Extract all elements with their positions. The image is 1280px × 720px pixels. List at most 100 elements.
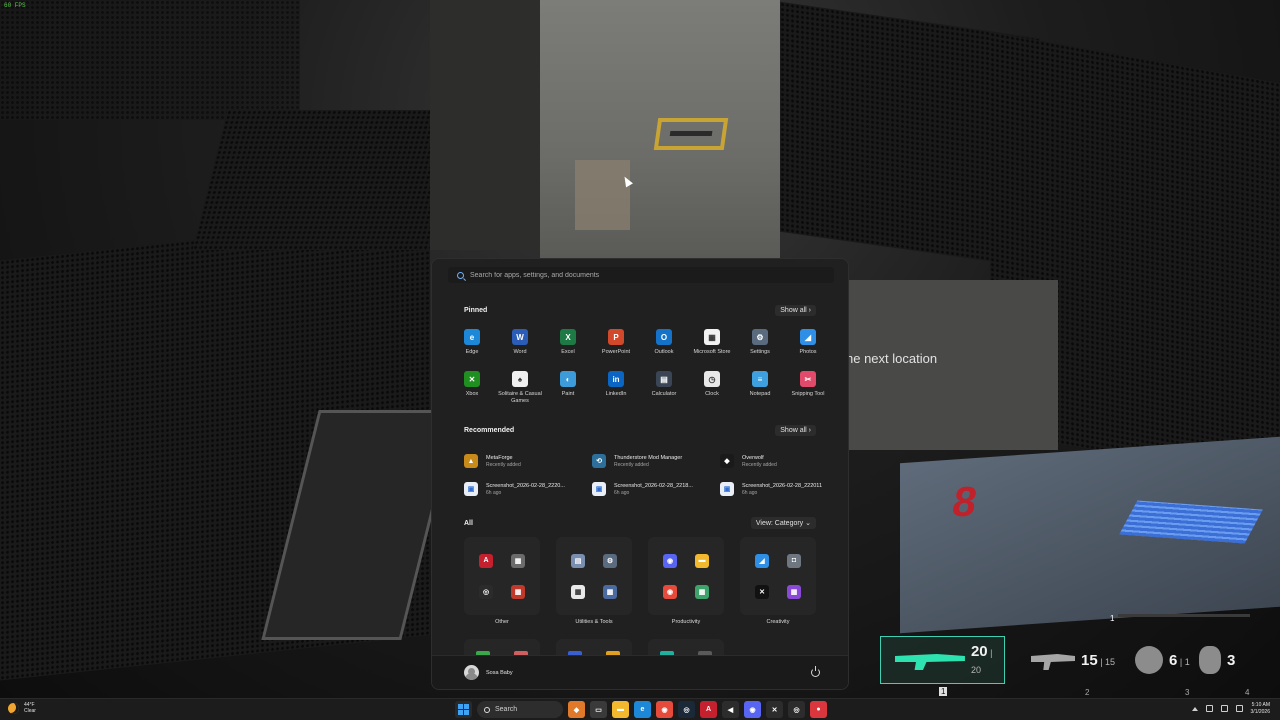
pinned-app[interactable]: O Outlook <box>640 327 688 369</box>
pinned-app[interactable]: ⚙ Settings <box>736 327 784 369</box>
discord-icon[interactable]: ◉ <box>744 701 761 718</box>
games-folder-icon[interactable]: ▦ <box>511 584 525 599</box>
capcut-icon[interactable]: ✕ <box>755 584 769 599</box>
taskbar-apps: Search ◆ ▭ ▬ e ◉ ◎ A ◀ ◉ ✕ ◎ ● <box>455 701 827 718</box>
weapon-slot-4: 3 4 <box>1185 636 1255 697</box>
github-icon[interactable]: ◎ <box>479 584 493 599</box>
recommended-item[interactable]: ▣ Screenshot_2026-02-28_222011 6h ago <box>720 475 830 503</box>
control-panel-icon[interactable]: ▤ <box>571 553 585 568</box>
chrome-icon[interactable]: ◉ <box>663 584 677 599</box>
xbox-app-icon[interactable]: ✕ <box>766 701 783 718</box>
category-folder[interactable]: ◉ ▬ ◉ ▦ Productivity <box>648 537 724 625</box>
recommended-title: Recommended <box>464 427 515 434</box>
recommended-item[interactable]: ▣ Screenshot_2026-02-28_2218... 6h ago <box>592 475 720 503</box>
pinned-app[interactable]: ▤ Calculator <box>640 369 688 411</box>
category-folder[interactable]: ▤ ⚙ ▦ ▦ Utilities & Tools <box>556 537 632 625</box>
pinned-app-label: Paint <box>561 391 575 397</box>
pinned-app[interactable]: ◢ Photos <box>784 327 832 369</box>
paint-icon: ◐ <box>560 371 576 387</box>
volume-icon[interactable] <box>1235 705 1243 713</box>
recommended-item[interactable]: ⟲ Thunderstore Mod Manager Recently added <box>592 447 720 475</box>
productivity-folder-icon[interactable]: ▦ <box>695 584 709 599</box>
pinned-app-icon[interactable]: ◆ <box>568 701 585 718</box>
adobe-icon[interactable]: A <box>479 553 493 568</box>
slot-key: 2 <box>1085 688 1090 697</box>
file-explorer-icon[interactable]: ▬ <box>612 701 629 718</box>
steam-icon[interactable]: ◎ <box>678 701 695 718</box>
weather-condition: Clear <box>24 708 36 714</box>
user-account-button[interactable]: Sosa Baby <box>464 665 513 680</box>
pinned-app[interactable]: ✂ Snipping Tool <box>784 369 832 411</box>
chrome-icon[interactable]: ◉ <box>656 701 673 718</box>
mic-icon[interactable] <box>1205 705 1213 713</box>
pinned-app[interactable]: ≡ Notepad <box>736 369 784 411</box>
pinned-header: Pinned Show all › <box>464 305 816 316</box>
creativity-folder-icon[interactable]: ▦ <box>787 584 801 599</box>
taskbar-search-button[interactable]: Search <box>477 701 563 718</box>
tools-folder-icon[interactable]: ▦ <box>603 584 617 599</box>
pinned-app[interactable]: ◷ Clock <box>688 369 736 411</box>
system-tray: 5:10 AM 3/1/2026 <box>1191 702 1270 716</box>
pinned-app[interactable]: ♠ Solitaire & Casual Games <box>496 369 544 411</box>
category-folder[interactable]: ◢ ◘ ✕ ▦ Creativity <box>740 537 816 625</box>
overwolf-icon: ◆ <box>720 454 734 468</box>
pinned-app-label: PowerPoint <box>601 349 631 355</box>
taskbar: 44°F Clear Search ◆ ▭ ▬ e ◉ ◎ A ◀ ◉ ✕ ◎ ● 5:10 AM 3… <box>0 698 1280 720</box>
gear-icon[interactable]: ⚙ <box>603 553 617 568</box>
start-button[interactable] <box>455 701 472 718</box>
clock-date: 3/1/2026 <box>1250 708 1270 715</box>
start-menu: Pinned Show all › e Edge W Word X Excel P Power… <box>431 258 849 690</box>
network-icon[interactable] <box>1220 705 1228 713</box>
recommended-name: Screenshot_2026-02-28_2218... <box>614 482 693 489</box>
pinned-app-label: Word <box>513 349 527 355</box>
camera-icon[interactable]: ◘ <box>787 553 801 568</box>
pinned-app[interactable]: ✕ Xbox <box>448 369 496 411</box>
record-icon[interactable]: ● <box>810 701 827 718</box>
photos-icon: ◢ <box>800 329 816 345</box>
pinned-app[interactable]: ◐ Paint <box>544 369 592 411</box>
clock[interactable]: 5:10 AM 3/1/2026 <box>1251 702 1270 716</box>
view-category-button[interactable]: View: Category ⌄ <box>750 517 816 529</box>
metaforge-icon: ▲ <box>464 454 478 468</box>
recommended-show-all-button[interactable]: Show all › <box>775 425 816 436</box>
pinned-app[interactable]: in LinkedIn <box>592 369 640 411</box>
power-icon[interactable] <box>811 666 820 677</box>
recommended-item[interactable]: ▣ Screenshot_2026-02-28_2220... 6h ago <box>464 475 592 503</box>
category-folder[interactable]: A ▦ ◎ ▦ Other <box>464 537 540 625</box>
weather-widget[interactable]: 44°F Clear <box>8 702 36 714</box>
slot-key: 4 <box>1245 688 1250 697</box>
recommended-name: Overwolf <box>742 454 764 461</box>
pinned-show-all-button[interactable]: Show all › <box>775 305 816 316</box>
recommended-item[interactable]: ◆ Overwolf Recently added <box>720 447 830 475</box>
task-view-icon[interactable]: ▭ <box>590 701 607 718</box>
photos-icon[interactable]: ◢ <box>755 553 769 568</box>
image-file-icon: ▣ <box>720 482 734 496</box>
discord-icon[interactable]: ◉ <box>663 553 677 568</box>
show-hidden-icons-icon[interactable] <box>1191 706 1198 711</box>
calculator-icon: ▤ <box>656 371 672 387</box>
edge-icon[interactable]: e <box>634 701 651 718</box>
recommended-subtitle: Recently added <box>742 461 777 468</box>
store-icon[interactable]: ▦ <box>571 584 585 599</box>
gear-icon: ⚙ <box>752 329 768 345</box>
epic-icon[interactable]: ◀ <box>722 701 739 718</box>
ammo-count: 15 | 15 <box>1081 651 1116 669</box>
pinned-app[interactable]: P PowerPoint <box>592 327 640 369</box>
pinned-app[interactable]: ▦ Microsoft Store <box>688 327 736 369</box>
pinned-app[interactable]: e Edge <box>448 327 496 369</box>
recommended-name: MetaForge <box>486 454 513 461</box>
adobe-icon[interactable]: A <box>700 701 717 718</box>
recommended-subtitle: 6h ago <box>742 489 758 496</box>
pinned-app[interactable]: W Word <box>496 327 544 369</box>
pinned-app[interactable]: X Excel <box>544 327 592 369</box>
start-search-bar[interactable] <box>448 267 834 283</box>
category-icon-grid: ◉ ▬ ◉ ▦ <box>648 537 724 615</box>
app-window-icon[interactable]: ▦ <box>511 553 525 568</box>
obs-icon[interactable]: ◎ <box>788 701 805 718</box>
recommended-text: Screenshot_2026-02-28_222011 6h ago <box>742 483 822 496</box>
start-search-input[interactable] <box>470 271 770 279</box>
file-explorer-icon[interactable]: ▬ <box>695 553 709 568</box>
recommended-item[interactable]: ▲ MetaForge Recently added <box>464 447 592 475</box>
edge-icon: e <box>464 329 480 345</box>
floor-grate <box>0 0 300 120</box>
